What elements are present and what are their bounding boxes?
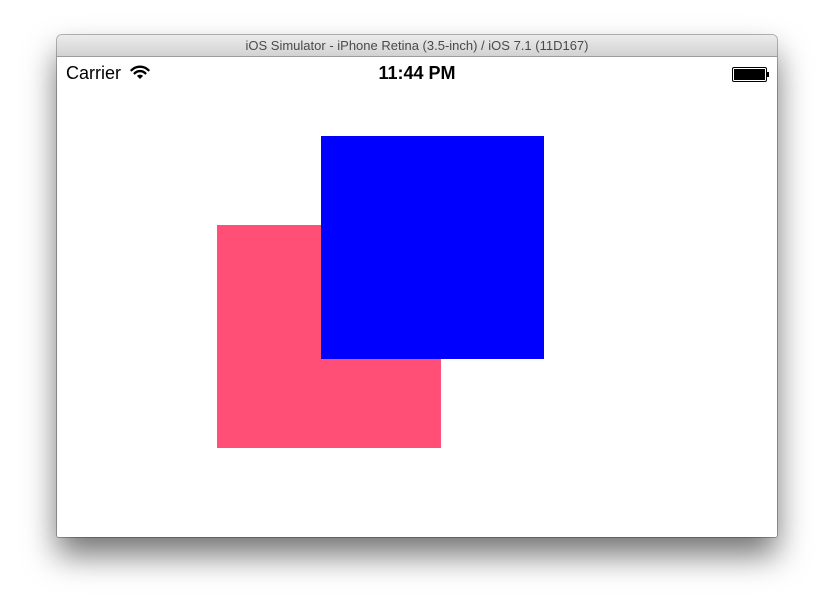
status-bar: Carrier 11:44 PM — [57, 57, 777, 89]
battery-tip — [767, 72, 769, 77]
window-title: iOS Simulator - iPhone Retina (3.5-inch)… — [57, 35, 777, 57]
blue-square — [321, 136, 544, 359]
status-time: 11:44 PM — [378, 63, 456, 83]
battery-body — [732, 67, 767, 82]
battery-fill — [734, 69, 765, 80]
device-screen: Carrier 11:44 PM — [57, 57, 777, 537]
simulator-window: iOS Simulator - iPhone Retina (3.5-inch)… — [57, 35, 777, 537]
battery-icon — [732, 67, 769, 82]
